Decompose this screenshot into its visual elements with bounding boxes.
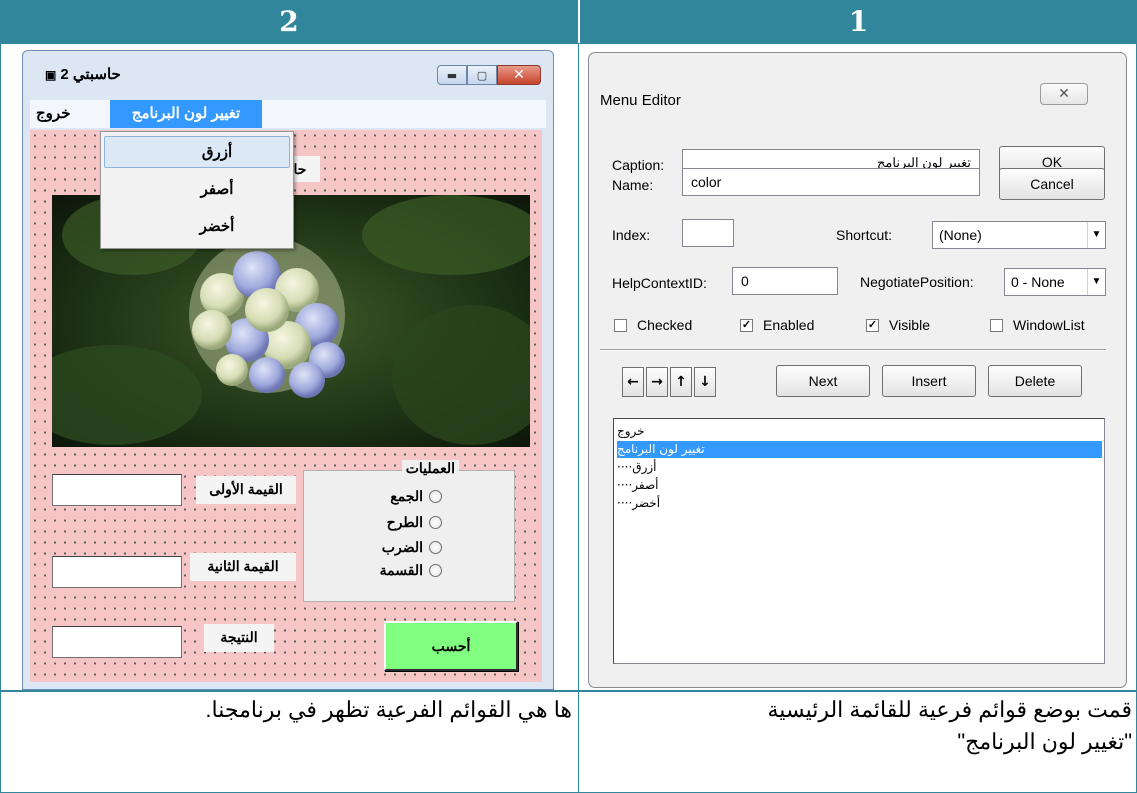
- operations-frame: العمليات الجمع الطرح الضرب القسمة: [303, 460, 515, 602]
- list-item[interactable]: ····أخضر: [617, 495, 1102, 512]
- column-header-2: 2: [0, 0, 578, 43]
- list-item-selected[interactable]: تغيير لون البرنامج: [617, 441, 1102, 458]
- color-submenu: أزرق أصفر أخضر: [100, 131, 294, 249]
- close-icon[interactable]: ✕: [497, 65, 541, 85]
- window-titlebar: ▣ حاسبتي 2 ▬ ▢ ✕: [23, 51, 553, 97]
- chevron-down-icon[interactable]: ▼: [1087, 222, 1105, 248]
- negotiateposition-label: NegotiatePosition:: [860, 274, 974, 290]
- radio-divide[interactable]: القسمة: [371, 559, 442, 581]
- radio-button[interactable]: [429, 563, 442, 577]
- menu-bar: خروج تغيير لون البرنامج: [30, 100, 546, 128]
- caption-right-line1: قمت بوضع قوائم فرعية للقائمة الرئيسية: [767, 697, 1132, 722]
- radio-button[interactable]: [429, 540, 442, 554]
- name-input[interactable]: color: [682, 168, 980, 196]
- index-label: Index:: [612, 227, 651, 243]
- cancel-button[interactable]: Cancel: [999, 168, 1105, 200]
- calculate-button[interactable]: أحسب: [384, 621, 518, 671]
- submenu-item-yellow[interactable]: أصفر: [104, 174, 290, 206]
- radio-button[interactable]: [429, 489, 442, 503]
- checked-checkbox[interactable]: Checked: [614, 316, 692, 334]
- checkbox-box[interactable]: [990, 318, 1003, 332]
- submenu-item-green[interactable]: أخضر: [104, 211, 290, 243]
- windowlist-checkbox[interactable]: WindowList: [990, 316, 1085, 334]
- visible-checkbox[interactable]: ✓ Visible: [866, 316, 930, 334]
- checkmark-icon[interactable]: ✓: [740, 318, 753, 332]
- menu-exit[interactable]: خروج: [30, 100, 76, 128]
- result-input[interactable]: [52, 626, 182, 658]
- arrow-down-icon[interactable]: ↓: [694, 367, 716, 397]
- checkmark-icon[interactable]: ✓: [866, 318, 879, 332]
- shortcut-select[interactable]: (None) ▼: [932, 221, 1106, 249]
- helpcontextid-label: HelpContextID:: [612, 275, 707, 291]
- column-header-1: 1: [580, 0, 1137, 43]
- name-label: Name:: [612, 177, 654, 193]
- arrow-up-icon[interactable]: ↑: [670, 367, 692, 397]
- app-icon: ▣: [45, 68, 57, 82]
- checkbox-box[interactable]: [614, 318, 627, 332]
- chevron-down-icon[interactable]: ▼: [1087, 269, 1105, 295]
- menu-change-color[interactable]: تغيير لون البرنامج: [110, 100, 262, 128]
- negotiateposition-select[interactable]: 0 - None ▼: [1004, 268, 1106, 296]
- enabled-checkbox[interactable]: ✓ Enabled: [740, 316, 814, 334]
- list-item[interactable]: ····أصفر: [617, 477, 1102, 494]
- menu-editor-title: Menu Editor: [600, 92, 681, 109]
- caption-left: ها هي القوائم الفرعية تظهر في برنامجنا.: [205, 697, 572, 722]
- second-value-input[interactable]: [52, 556, 182, 588]
- list-item[interactable]: ····أزرق: [617, 459, 1102, 476]
- caption-label: Caption:: [612, 157, 665, 173]
- next-button[interactable]: Next: [776, 365, 870, 397]
- radio-button[interactable]: [429, 515, 442, 529]
- index-input[interactable]: [682, 219, 734, 247]
- caption-right-line2: "تغيير لون البرنامج": [957, 729, 1132, 754]
- helpcontextid-input[interactable]: 0: [732, 267, 838, 295]
- shortcut-label: Shortcut:: [836, 227, 893, 243]
- second-value-label: القيمة الثانية: [190, 553, 296, 581]
- menu-items-list[interactable]: خروج تغيير لون البرنامج ····أزرق ····أصف…: [613, 418, 1105, 664]
- window-controls: ▬ ▢ ✕: [437, 65, 541, 85]
- radio-subtract[interactable]: الطرح: [371, 511, 442, 533]
- minimize-icon[interactable]: ▬: [437, 65, 467, 85]
- arrow-right-icon[interactable]: →: [646, 367, 668, 397]
- list-item[interactable]: خروج: [617, 423, 1102, 440]
- radio-multiply[interactable]: الضرب: [371, 536, 442, 558]
- window-title: ▣ حاسبتي 2: [45, 66, 121, 83]
- radio-add[interactable]: الجمع: [371, 485, 442, 507]
- column-divider: [578, 43, 579, 691]
- separator: [600, 349, 1106, 351]
- first-value-input[interactable]: [52, 474, 182, 506]
- close-icon[interactable]: ✕: [1040, 83, 1088, 105]
- insert-button[interactable]: Insert: [882, 365, 976, 397]
- caption-divider: [578, 690, 579, 793]
- operations-title: العمليات: [401, 460, 459, 477]
- first-value-label: القيمة الأولى: [196, 476, 296, 504]
- delete-button[interactable]: Delete: [988, 365, 1082, 397]
- maximize-icon[interactable]: ▢: [467, 65, 497, 85]
- arrow-left-icon[interactable]: ←: [622, 367, 644, 397]
- submenu-item-blue[interactable]: أزرق: [104, 136, 290, 168]
- result-label: النتيجة: [204, 624, 274, 652]
